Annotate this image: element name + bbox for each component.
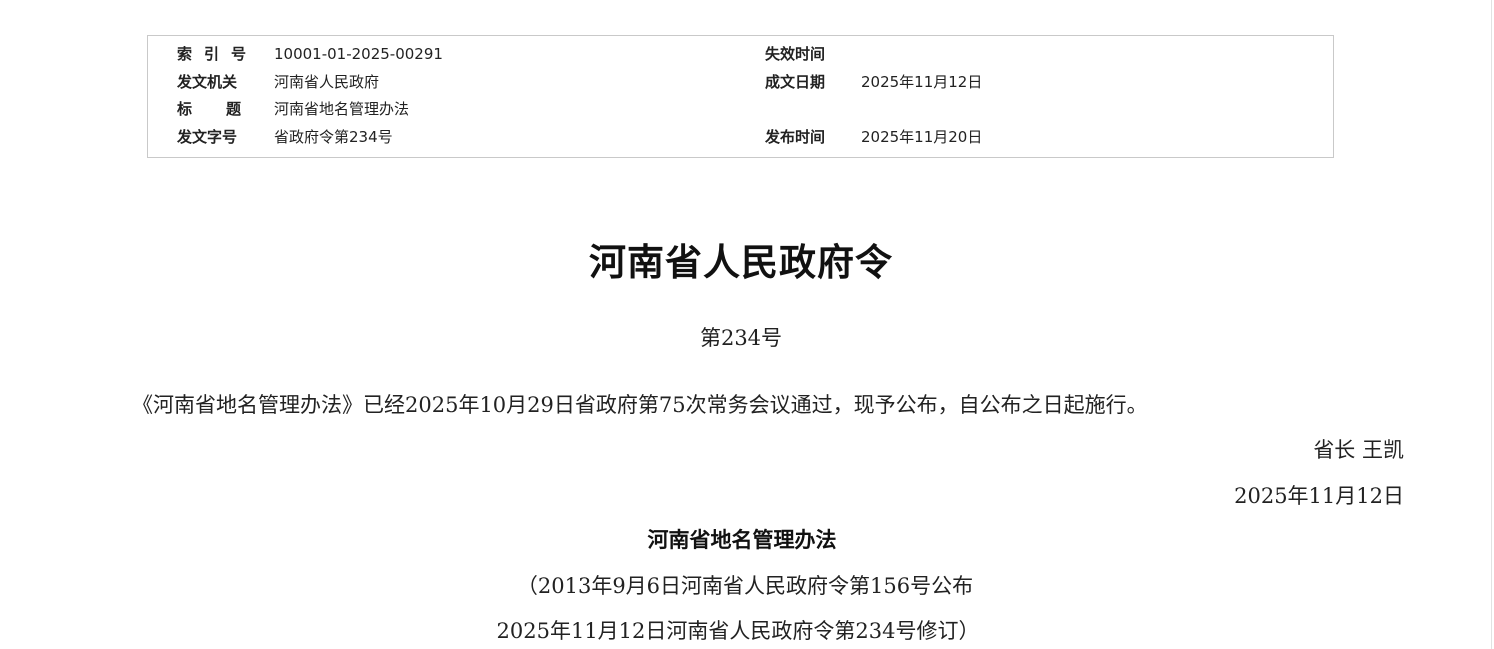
history-note-line-2: 2025年11月12日河南省人民政府令第234号修订） — [496, 619, 980, 643]
index-no-label: 索引号 — [177, 45, 259, 63]
written-date-label: 成文日期 — [765, 73, 826, 91]
issuer-label: 发文机关 — [177, 73, 238, 91]
document-body-paragraph: 《河南省地名管理办法》已经2025年10月29日省政府第75次常务会议通过，现予… — [132, 393, 1148, 417]
title-label: 标题 — [177, 100, 276, 118]
history-note-line-1: （2013年9月6日河南省人民政府令第156号公布 — [516, 574, 974, 598]
document-title: 河南省人民政府令 — [589, 240, 893, 284]
doc-no-label: 发文字号 — [177, 128, 238, 146]
metadata-row-index: 索引号 10001-01-2025-00291 失效时间 — [148, 43, 1333, 65]
sign-date: 2025年11月12日 — [1234, 484, 1404, 508]
doc-no-value: 省政府令第234号 — [274, 128, 393, 146]
issuer-value: 河南省人民政府 — [274, 73, 380, 91]
written-date-value: 2025年11月12日 — [861, 73, 983, 91]
metadata-row-title: 标题 河南省地名管理办法 — [148, 98, 1333, 120]
index-no-value: 10001-01-2025-00291 — [274, 45, 443, 63]
page-right-border — [1491, 0, 1492, 649]
signer: 省长 王凯 — [1313, 438, 1404, 462]
publish-date-label: 发布时间 — [765, 128, 826, 146]
title-value: 河南省地名管理办法 — [274, 100, 410, 118]
document-number: 第234号 — [699, 326, 783, 350]
expiry-label: 失效时间 — [765, 45, 826, 63]
metadata-row-issuer: 发文机关 河南省人民政府 成文日期 2025年11月12日 — [148, 71, 1333, 93]
document-metadata-table: 索引号 10001-01-2025-00291 失效时间 发文机关 河南省人民政… — [147, 35, 1334, 158]
metadata-row-doc-no: 发文字号 省政府令第234号 发布时间 2025年11月20日 — [148, 126, 1333, 148]
regulation-title: 河南省地名管理办法 — [647, 527, 837, 552]
publish-date-value: 2025年11月20日 — [861, 128, 983, 146]
